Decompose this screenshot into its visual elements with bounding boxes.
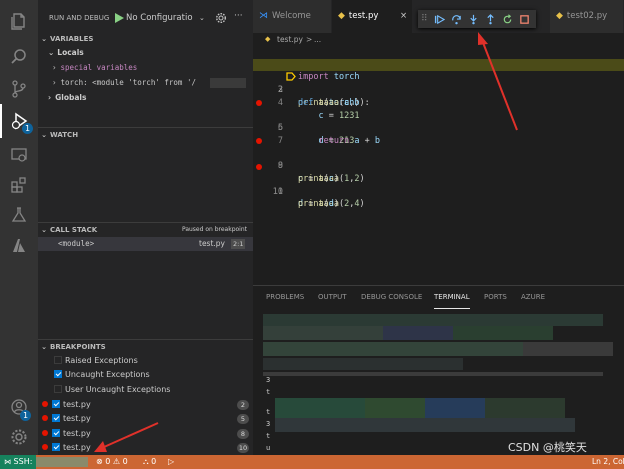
- annotation-arrow-breakpoint: [103, 422, 159, 448]
- annotation-arrow-toolbar: [481, 39, 518, 131]
- annotation-arrowhead-toolbar: [478, 32, 488, 45]
- annotation-overlay: [94, 32, 518, 452]
